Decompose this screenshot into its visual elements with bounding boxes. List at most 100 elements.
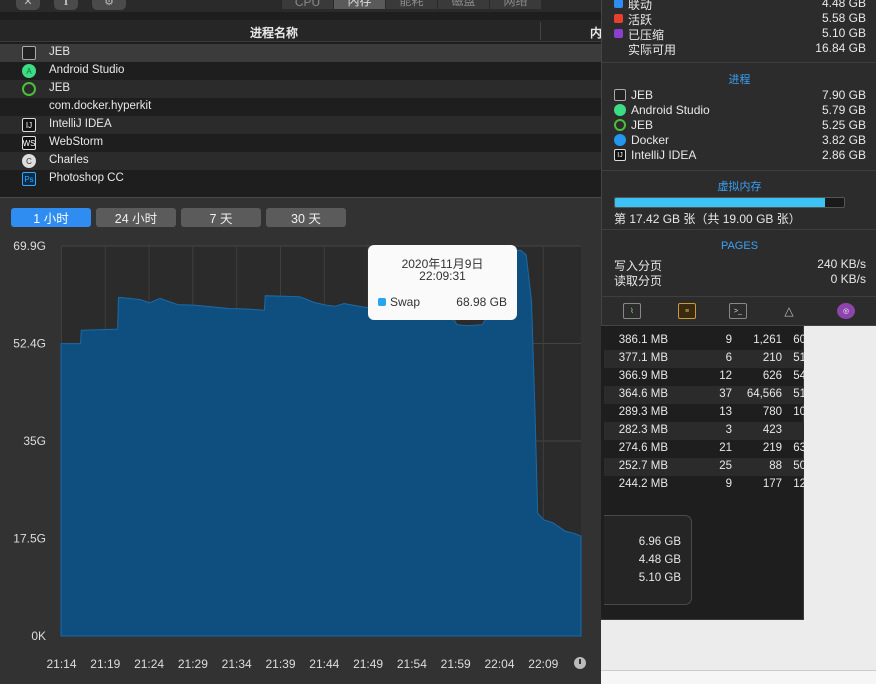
legend-row: 实际可用 16.84 GB (614, 41, 866, 57)
tab-disk[interactable]: 磁盘 (438, 0, 490, 9)
table-cell-pid: 10 (793, 406, 804, 418)
process-stats-table: 386.1 MB 9 1,261 60 377.1 MB 6 210 51 366.9 MB 12… (604, 332, 804, 504)
y-tick-label: 0K (31, 629, 46, 643)
x-tick-label: 22:04 (484, 657, 514, 671)
table-row[interactable]: 244.2 MB 9 177 12 (604, 476, 804, 494)
tab-energy[interactable]: 能耗 (386, 0, 438, 9)
jeb-icon (614, 89, 626, 101)
table-cell-ports: 219 (762, 442, 782, 454)
table-row[interactable]: 289.3 MB 13 780 10 (604, 404, 804, 422)
jeb-green-icon (614, 119, 626, 131)
list-item[interactable]: Ps Photoshop CC (0, 170, 604, 188)
tab-memory[interactable]: 内存 (334, 0, 386, 9)
virtual-memory-text: 第 17.42 GB 张（共 19.00 GB 张） (614, 212, 801, 226)
list-item[interactable]: IJ IntelliJ IDEA (0, 116, 604, 134)
table-cell-threads: 25 (719, 460, 732, 472)
table-cell-ports: 780 (762, 406, 782, 418)
table-row[interactable]: 364.6 MB 37 64,566 51 (604, 386, 804, 404)
browser-icon[interactable]: ◎ (837, 303, 855, 319)
jeb-green-icon (22, 82, 36, 96)
process-name: WebStorm (49, 136, 104, 148)
app-memory-value: 5.79 GB (821, 103, 866, 117)
android-studio-icon (614, 104, 626, 116)
app-memory-row[interactable]: Docker 3.82 GB (614, 133, 866, 148)
table-row[interactable]: 366.9 MB 12 626 54 (604, 368, 804, 386)
column-process-name[interactable]: 进程名称 (250, 24, 298, 41)
table-cell-pid: 51 (793, 352, 804, 364)
list-item[interactable]: JEB (0, 80, 604, 98)
legend-label: 实际可用 (628, 43, 677, 57)
legend-swatch (614, 29, 623, 38)
memory-summary-box: 6.96 GB 4.48 GB 5.10 GB (604, 515, 692, 605)
docker-icon (614, 134, 626, 146)
process-name: Charles (49, 154, 89, 166)
table-cell-mem: 289.3 MB (618, 406, 668, 418)
info-icon[interactable]: ℹ (54, 0, 78, 10)
list-item[interactable]: A Android Studio (0, 62, 604, 80)
table-row[interactable]: 386.1 MB 9 1,261 60 (604, 332, 804, 350)
x-tick-label: 21:59 (441, 657, 471, 671)
table-row[interactable]: 252.7 MB 25 88 50 (604, 458, 804, 476)
list-item[interactable]: JEB (0, 44, 604, 62)
legend-value: 16.84 GB (815, 41, 866, 55)
app-memory-value: 2.86 GB (821, 148, 866, 162)
app-name: JEB (631, 88, 654, 102)
flask-icon[interactable]: △ (780, 303, 798, 319)
webstorm-icon: WS (22, 136, 36, 150)
app-memory-row[interactable]: JEB 5.25 GB (614, 118, 866, 133)
table-row[interactable]: 282.3 MB 3 423 (604, 422, 804, 440)
divider (602, 229, 876, 230)
table-cell-mem: 282.3 MB (618, 424, 668, 436)
app-memory-row[interactable]: JEB 7.90 GB (614, 88, 866, 103)
activity-icon[interactable]: ⌇ (623, 303, 641, 319)
table-cell-ports: 423 (762, 424, 782, 436)
table-cell-mem: 366.9 MB (618, 370, 668, 382)
close-process-icon[interactable]: ✕ (16, 0, 40, 10)
legend-row: 已压缩 5.10 GB (614, 26, 866, 42)
app-memory-value: 7.90 GB (821, 88, 866, 102)
summary-value: 5.10 GB (638, 572, 681, 584)
y-tick-label: 52.4G (13, 337, 46, 351)
x-tick-label: 21:34 (222, 657, 252, 671)
app-memory-row[interactable]: Android Studio 5.79 GB (614, 103, 866, 118)
pages-title: PAGES (720, 240, 759, 252)
table-row[interactable]: 274.6 MB 21 219 63 (604, 440, 804, 458)
legend-swatch (614, 14, 623, 23)
virtual-memory-bar (614, 197, 845, 208)
process-name: JEB (49, 46, 71, 58)
process-name: Photoshop CC (49, 172, 124, 184)
app-memory-value: 5.25 GB (821, 118, 866, 132)
pages-value: 240 KB/s (817, 257, 866, 271)
legend-value: 5.58 GB (821, 11, 866, 25)
table-cell-ports: 626 (762, 370, 782, 382)
virtual-memory-title: 虚拟内存 (717, 181, 762, 193)
processes-section-title: 进程 (728, 74, 751, 86)
clock-icon[interactable] (574, 657, 586, 669)
table-cell-threads: 3 (725, 424, 732, 436)
tooltip-time: 22:09:31 (419, 269, 466, 283)
app-memory-row[interactable]: IJ IntelliJ IDEA 2.86 GB (614, 148, 866, 163)
table-cell-threads: 9 (725, 334, 732, 346)
list-item[interactable]: C Charles (0, 152, 604, 170)
y-tick-label: 35G (23, 434, 46, 448)
console-log-icon[interactable]: ≡ (678, 303, 696, 319)
list-item[interactable]: com.docker.hyperkit (0, 98, 604, 116)
tab-cpu[interactable]: CPU (282, 0, 334, 9)
table-cell-ports: 1,261 (753, 334, 782, 346)
terminal-icon[interactable]: >_ (729, 303, 747, 319)
list-item[interactable]: WS WebStorm (0, 134, 604, 152)
divider (602, 62, 876, 63)
summary-value: 6.96 GB (638, 536, 681, 548)
table-cell-pid: 50 (793, 460, 804, 472)
table-cell-ports: 64,566 (746, 388, 782, 400)
legend-value: 5.10 GB (821, 26, 866, 40)
y-tick-label: 69.9G (13, 239, 46, 253)
legend-value: 4.48 GB (821, 0, 866, 10)
tab-network[interactable]: 网络 (490, 0, 542, 9)
table-row[interactable]: 377.1 MB 6 210 51 (604, 350, 804, 368)
table-cell-mem: 386.1 MB (618, 334, 668, 346)
table-cell-threads: 9 (725, 478, 732, 490)
gear-icon[interactable]: ⚙ (92, 0, 126, 10)
table-cell-threads: 13 (719, 406, 732, 418)
legend-row: 活跃 5.58 GB (614, 11, 866, 27)
